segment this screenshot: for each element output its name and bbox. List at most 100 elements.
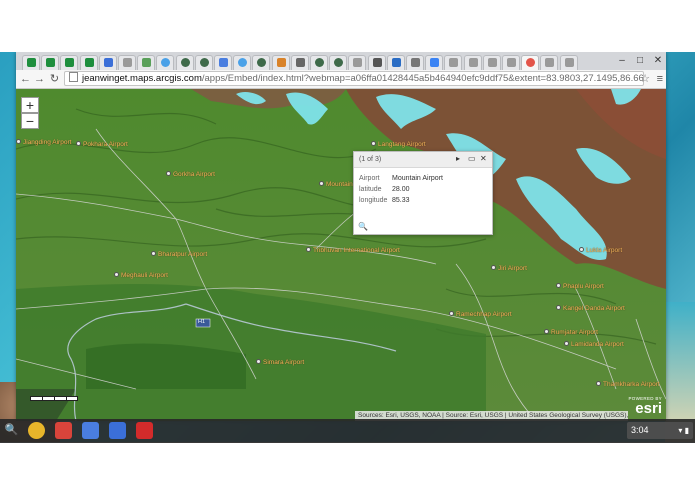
status-tray[interactable]: 3:04 ▾ ▮ <box>627 422 693 439</box>
airport-label[interactable]: Gorkha Airport <box>166 171 215 178</box>
airport-label[interactable]: Lamidanda Airport <box>564 341 624 348</box>
page-icon <box>487 58 497 67</box>
airport-marker-icon[interactable] <box>544 329 549 334</box>
airport-label[interactable]: Langtang Airport <box>371 141 426 148</box>
field-value: 28.00 <box>392 186 410 193</box>
minimize-icon[interactable]: – <box>616 54 628 68</box>
airport-marker-icon[interactable] <box>449 311 454 316</box>
browser-tab[interactable] <box>559 55 578 70</box>
airport-marker-icon[interactable] <box>114 272 119 277</box>
browser-tab[interactable] <box>156 55 175 70</box>
browser-tab[interactable] <box>463 55 482 70</box>
airport-name: Pokhara Airport <box>83 141 128 148</box>
airport-label[interactable]: Tribhuvan International Airport <box>306 247 400 254</box>
airport-name: Meghauli Airport <box>121 272 168 279</box>
browser-tab[interactable] <box>233 55 252 70</box>
browser-tab[interactable] <box>386 55 405 70</box>
tab-active[interactable] <box>521 55 540 70</box>
airport-marker-icon[interactable] <box>491 265 496 270</box>
airport-marker-icon[interactable] <box>256 359 261 364</box>
browser-tab[interactable] <box>22 55 40 70</box>
airport-label[interactable]: Pokhara Airport <box>76 141 128 148</box>
browser-tab[interactable] <box>444 55 463 70</box>
airport-label[interactable]: Meghauli Airport <box>114 272 168 279</box>
airport-marker-icon[interactable] <box>319 181 324 186</box>
globe-icon <box>334 58 344 67</box>
browser-tab[interactable] <box>406 55 424 70</box>
window-controls: – □ ✕ <box>616 54 664 68</box>
next-feature-icon[interactable]: ▸ <box>456 154 460 163</box>
browser-tab[interactable] <box>60 55 79 70</box>
bookmark-star-icon[interactable]: ☆ <box>640 72 650 86</box>
browser-tab[interactable] <box>194 55 213 70</box>
zoom-out-button[interactable]: − <box>21 113 39 129</box>
maximize-popup-icon[interactable]: ▭ <box>468 154 476 163</box>
forward-arrow-icon[interactable]: → <box>33 72 46 86</box>
airport-label[interactable]: Thamkharka Airport <box>596 381 660 388</box>
airport-label[interactable]: Rumjatar Airport <box>544 329 598 336</box>
airport-marker-icon[interactable] <box>166 171 171 176</box>
browser-tab[interactable] <box>482 55 501 70</box>
airport-name: Jiangding Airport <box>23 139 72 146</box>
back-arrow-icon[interactable]: ← <box>19 72 32 86</box>
browser-tab[interactable] <box>41 55 60 70</box>
map-view[interactable]: H1 Jiangding Airport Pokhara Airport Gorkh… <box>16 89 666 421</box>
browser-tab[interactable] <box>290 55 309 70</box>
airport-label[interactable]: Jiri Airport <box>491 265 527 272</box>
browser-tab[interactable] <box>137 55 156 70</box>
outlook-icon <box>391 58 401 67</box>
airport-label[interactable]: Phaplu Airport <box>556 283 604 290</box>
airport-label[interactable]: Simara Airport <box>256 359 304 366</box>
globe-icon <box>199 58 209 67</box>
browser-tab[interactable] <box>118 55 136 70</box>
airport-label[interactable]: Bharatpur Airport <box>151 251 207 258</box>
browser-tab[interactable] <box>271 55 290 70</box>
docs-icon[interactable] <box>109 422 126 439</box>
browser-tab[interactable] <box>214 55 232 70</box>
browser-tab[interactable] <box>425 55 444 70</box>
airport-marker-icon[interactable] <box>579 247 584 252</box>
chrome-icon[interactable] <box>28 422 45 439</box>
airport-name: Lamidanda Airport <box>571 341 624 348</box>
browser-tab[interactable] <box>502 55 520 70</box>
airport-marker-icon[interactable] <box>556 283 561 288</box>
browser-tab[interactable] <box>79 55 98 70</box>
search-icon[interactable]: 🔍 <box>3 422 20 439</box>
airport-marker-icon[interactable] <box>371 141 376 146</box>
close-icon[interactable]: ✕ <box>652 54 664 68</box>
zoom-in-button[interactable]: + <box>21 97 39 113</box>
airport-label[interactable]: Kangel Danda Airport <box>556 305 625 312</box>
airport-label[interactable]: Lukla Airport <box>579 247 622 254</box>
browser-tab[interactable] <box>367 55 386 70</box>
airport-label[interactable]: Ramechhap Airport <box>449 311 512 318</box>
clock: 3:04 <box>631 425 649 435</box>
airport-marker-icon[interactable] <box>596 381 601 386</box>
browser-tab[interactable] <box>310 55 328 70</box>
airport-marker-icon[interactable] <box>306 247 311 252</box>
airport-marker-icon[interactable] <box>151 251 156 256</box>
reload-icon[interactable]: ↻ <box>48 72 61 86</box>
google-search-icon[interactable] <box>82 422 99 439</box>
gmail-icon[interactable] <box>55 422 72 439</box>
airport-marker-icon[interactable] <box>564 341 569 346</box>
menu-icon[interactable]: ≡ <box>657 72 663 86</box>
twitter-icon <box>238 58 248 67</box>
browser-tab[interactable] <box>252 55 271 70</box>
youtube-icon[interactable] <box>136 422 153 439</box>
page-icon <box>449 58 459 67</box>
zoom-to-icon[interactable]: 🔍 <box>358 222 368 231</box>
close-popup-icon[interactable]: ✕ <box>480 154 487 163</box>
browser-tab[interactable] <box>329 55 348 70</box>
browser-tab[interactable] <box>98 55 117 70</box>
maximize-icon[interactable]: □ <box>634 54 646 68</box>
browser-tab[interactable] <box>175 55 194 70</box>
airport-marker-icon[interactable] <box>76 141 81 146</box>
address-bar[interactable]: jeanwinget.maps.arcgis.com/apps/Embed/in… <box>64 71 644 86</box>
browser-tab[interactable] <box>348 55 367 70</box>
airport-name: Jiri Airport <box>498 265 527 272</box>
browser-tab[interactable] <box>540 55 559 70</box>
docs-icon <box>103 58 113 67</box>
airport-marker-icon[interactable] <box>16 139 21 144</box>
airport-marker-icon[interactable] <box>556 305 561 310</box>
airport-label[interactable]: Jiangding Airport <box>16 139 71 146</box>
